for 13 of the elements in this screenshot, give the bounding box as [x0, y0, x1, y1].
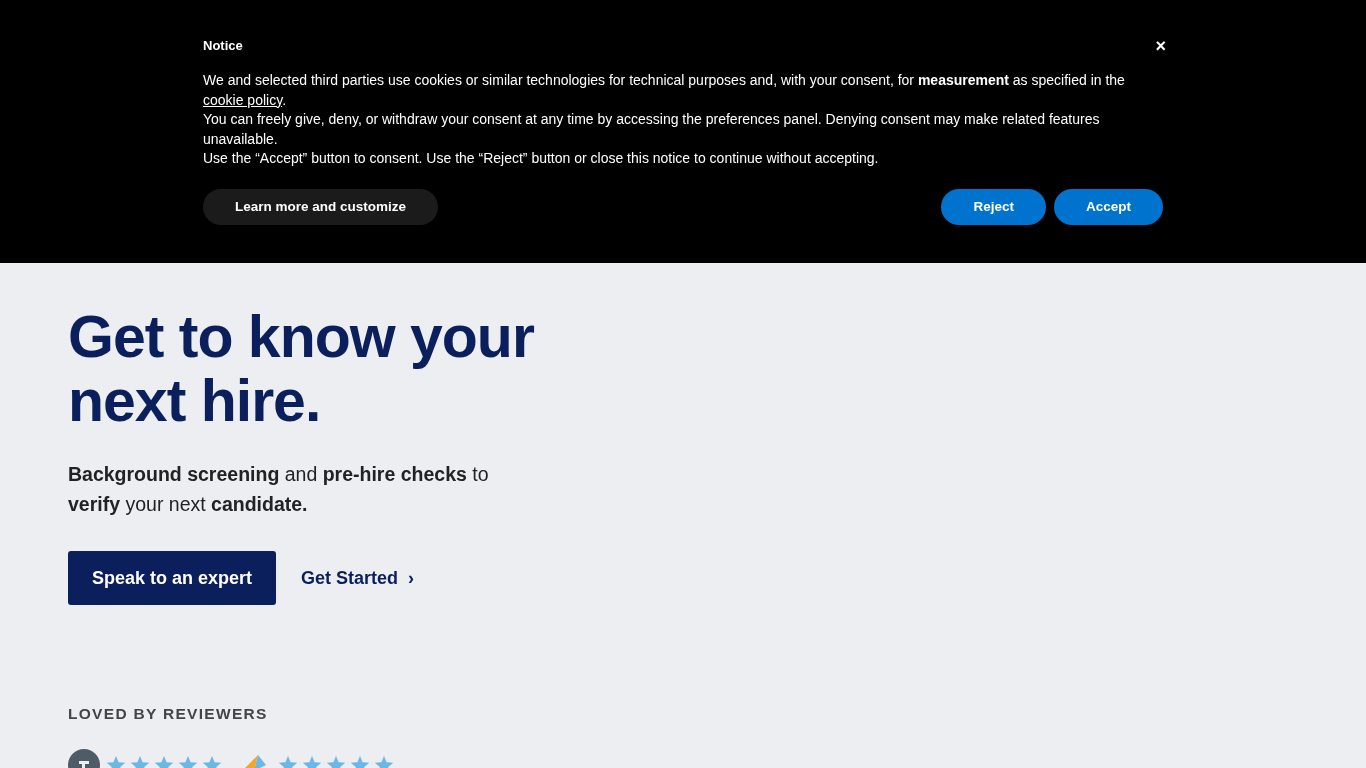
reviews-heading: LOVED BY REVIEWERS	[68, 705, 269, 723]
notice-text: We and selected third parties use cookies or similar technologies for technical purposes and, with your consent, for measurement as specified in the cookie policy.	[203, 71, 1126, 110]
notice-text: Use the “Accept” button to consent. Use the “Reject” button or close this notice to continue without accepting.	[203, 149, 880, 168]
accept-button[interactable]: Accept	[1054, 188, 1163, 225]
get-started-link[interactable]: Get Started ›	[301, 567, 415, 589]
notice-title: Notice	[203, 38, 243, 53]
customize-button[interactable]: Learn more and customize	[203, 188, 439, 225]
hero-subtitle: Background screening and pre-hire checks to verify your next candidate.	[68, 462, 490, 517]
notice-text: You can freely give, deny, or withdraw your consent at any time by accessing the preferences panel. Denying consent may make related features unavailable.	[203, 110, 1101, 149]
reject-button[interactable]: Reject	[941, 188, 1046, 225]
close-button[interactable]: ×	[1151, 36, 1170, 57]
speak-to-expert-button[interactable]: Speak to an expert	[68, 551, 277, 605]
hero-heading: Get to know your next hire.	[68, 305, 535, 433]
